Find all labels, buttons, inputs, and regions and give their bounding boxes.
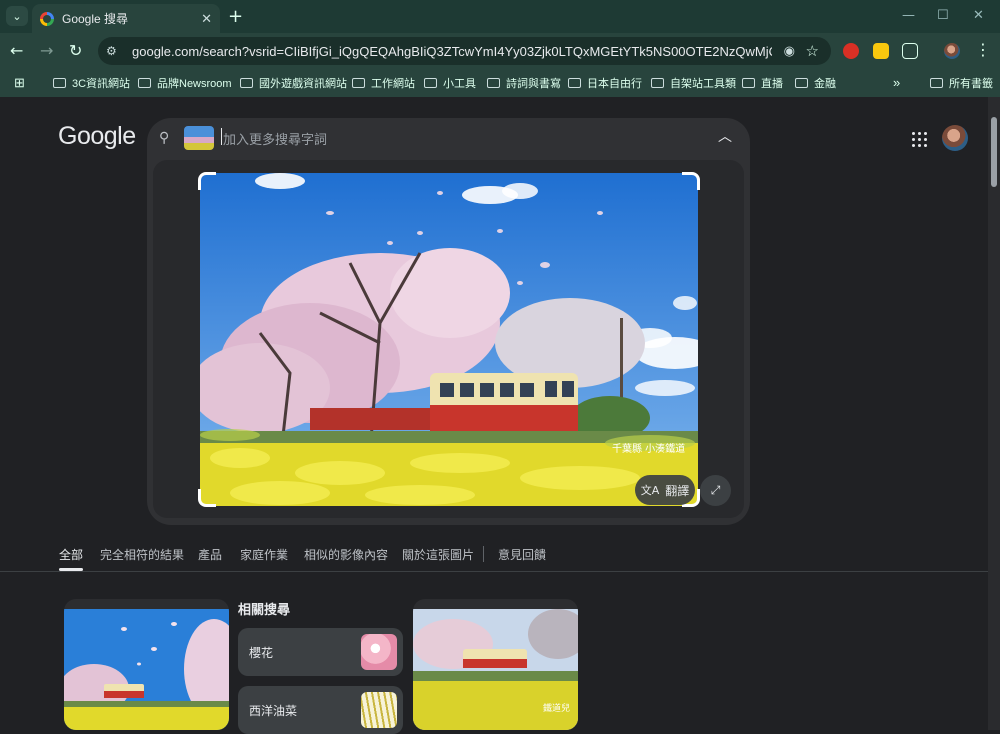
translate-button[interactable]: 文A 翻譯	[635, 475, 695, 505]
collapse-chevron-icon[interactable]: ︿	[718, 126, 732, 146]
bookmark-star-icon[interactable]: ☆	[806, 42, 819, 60]
folder-icon	[424, 78, 437, 88]
back-icon[interactable]: ←	[10, 41, 23, 60]
folder-icon	[930, 78, 943, 88]
image-watermark: 千葉縣 小湊鐵道	[612, 442, 685, 455]
folder-icon	[742, 78, 755, 88]
address-bar[interactable]: ⚙ google.com/search?vsrid=CIiBIfjGi_iQgQ…	[98, 37, 831, 65]
extension-red-icon[interactable]	[843, 43, 859, 59]
bookmark-folder[interactable]: 日本自由行	[568, 75, 642, 91]
reload-icon[interactable]: ↻	[69, 41, 82, 60]
tab-exact-matches[interactable]: 完全相符的結果	[100, 546, 184, 563]
bookmark-folder[interactable]: 小工具	[424, 75, 476, 91]
crop-corner-top-right[interactable]	[682, 172, 700, 190]
all-bookmarks-folder[interactable]: 所有書籤	[930, 75, 993, 91]
bookmark-folder[interactable]: 工作網站	[352, 75, 415, 91]
related-search-thumbnail	[361, 692, 397, 728]
lens-selected-image[interactable]: 千葉縣 小湊鐵道	[200, 173, 698, 506]
scrollbar-thumb[interactable]	[991, 117, 997, 187]
apps-grid-icon[interactable]: ⊞	[14, 75, 25, 91]
related-search-chip[interactable]: 西洋油菜	[238, 686, 403, 734]
bookmark-folder[interactable]: 直播	[742, 75, 783, 91]
results-filter-tabs: 全部 完全相符的結果 產品 家庭作業 相似的影像內容 關於這張圖片 意見回饋	[0, 540, 988, 572]
bookmark-folder[interactable]: 詩詞與書寫	[487, 75, 561, 91]
google-favicon-icon	[40, 11, 54, 26]
bookmarks-bar: ⊞ 3C資訊網站 品牌Newsroom 國外遊戲資訊網站 工作網站 小工具 詩詞…	[0, 69, 1000, 97]
tab-products[interactable]: 產品	[198, 546, 222, 563]
bookmark-folder[interactable]: 金融	[795, 75, 836, 91]
tab-visual-matches[interactable]: 相似的影像內容	[304, 546, 388, 563]
bookmark-folder[interactable]: 自架站工具類	[651, 75, 736, 91]
tab-search-button[interactable]: ⌄	[6, 6, 28, 26]
search-input[interactable]: 加入更多搜尋字詞	[223, 129, 327, 148]
related-search-thumbnail	[361, 634, 397, 670]
translate-label: 翻譯	[665, 483, 690, 498]
new-tab-button[interactable]: +	[228, 6, 243, 27]
tab-about-image[interactable]: 關於這張圖片	[402, 546, 474, 563]
folder-icon	[651, 78, 664, 88]
folder-icon	[138, 78, 151, 88]
google-logo[interactable]: Google	[58, 122, 136, 151]
bookmarks-overflow-button[interactable]: »	[893, 75, 900, 90]
query-image-thumbnail[interactable]	[184, 126, 214, 150]
bookmark-folder[interactable]: 國外遊戲資訊網站	[240, 75, 347, 91]
tab-feedback[interactable]: 意見回饋	[498, 546, 546, 563]
translate-icon: 文A	[640, 484, 660, 497]
search-icon[interactable]: ⚲	[159, 130, 169, 146]
close-tab-icon[interactable]: ✕	[201, 11, 212, 27]
folder-icon	[487, 78, 500, 88]
fullscreen-icon[interactable]: ⤢	[700, 475, 731, 506]
url-text: google.com/search?vsrid=CIiBIfjGi_iQgQEQ…	[132, 43, 772, 59]
title-bar: ⌄ Google 搜尋 ✕ + — ☐ ✕	[0, 0, 1000, 33]
extension-yellow-icon[interactable]	[873, 43, 889, 59]
bookmark-folder[interactable]: 品牌Newsroom	[138, 75, 232, 91]
google-account-avatar[interactable]	[942, 125, 968, 151]
related-search-chip[interactable]: 櫻花	[238, 628, 403, 676]
tab-all[interactable]: 全部	[59, 546, 83, 563]
maximize-icon[interactable]: ☐	[937, 8, 949, 23]
result-image-card[interactable]: 鐵道兒	[413, 599, 578, 730]
result-image-card[interactable]	[64, 599, 229, 730]
google-apps-icon[interactable]	[912, 132, 928, 148]
browser-toolbar: ← → ↻ ⚙ google.com/search?vsrid=CIiBIfjG…	[0, 33, 1000, 69]
menu-dots-icon[interactable]: ⋮	[975, 40, 991, 59]
crop-corner-bottom-left[interactable]	[198, 489, 216, 507]
folder-icon	[352, 78, 365, 88]
active-tab-indicator	[59, 568, 83, 571]
profile-avatar[interactable]	[944, 43, 960, 59]
site-info-icon[interactable]: ⚙	[106, 44, 126, 58]
tab-title: Google 搜尋	[62, 12, 129, 26]
folder-icon	[53, 78, 66, 88]
minimize-icon[interactable]: —	[902, 8, 915, 23]
bookmark-folder[interactable]: 3C資訊網站	[53, 75, 130, 91]
forward-icon[interactable]: →	[40, 41, 53, 60]
browser-tab[interactable]: Google 搜尋 ✕	[32, 4, 220, 33]
tab-divider	[483, 546, 484, 562]
window-close-icon[interactable]: ✕	[973, 8, 984, 23]
scrollbar[interactable]	[988, 97, 1000, 730]
location-icon[interactable]: ◉	[784, 43, 795, 59]
result-watermark: 鐵道兒	[543, 702, 570, 714]
folder-icon	[795, 78, 808, 88]
related-search-label: 櫻花	[249, 646, 274, 660]
crop-corner-top-left[interactable]	[198, 172, 216, 190]
tab-homework[interactable]: 家庭作業	[240, 546, 288, 563]
folder-icon	[568, 78, 581, 88]
related-searches-title: 相關搜尋	[238, 603, 291, 618]
folder-icon	[240, 78, 253, 88]
related-search-label: 西洋油菜	[249, 704, 298, 718]
extensions-puzzle-icon[interactable]	[902, 43, 918, 59]
text-caret	[221, 128, 222, 145]
